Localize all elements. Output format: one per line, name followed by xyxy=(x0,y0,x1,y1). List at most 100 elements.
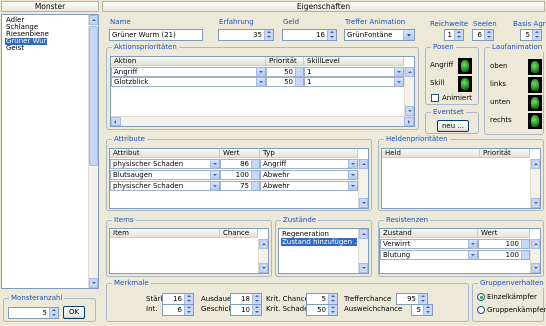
monster-list[interactable]: Adler Schlange Riesenbiene Grüner Wurm G… xyxy=(1,14,99,289)
hero-priorities-title: Heldenprioritäten xyxy=(384,135,450,144)
walk-animation-title: Laufanimation xyxy=(490,43,545,52)
animated-checkbox[interactable] xyxy=(431,94,439,102)
ok-button[interactable]: OK xyxy=(63,306,85,319)
column-header[interactable]: Item xyxy=(110,229,220,238)
scroll-thumb[interactable] xyxy=(89,26,98,166)
attribute-type-cell[interactable]: Angriff xyxy=(260,159,358,169)
action-table-hscrollbar[interactable] xyxy=(111,116,414,126)
states-title: Zustände xyxy=(281,216,319,225)
resistances-scrollbar[interactable] xyxy=(530,239,540,273)
items-table[interactable]: Item Chance xyxy=(109,228,269,274)
attribute-cell[interactable]: physischer Schaden xyxy=(110,181,220,191)
states-scrollbar[interactable] xyxy=(358,229,368,273)
column-header[interactable]: Priorität xyxy=(480,149,530,158)
attack-pose-label: Angriff xyxy=(430,61,454,69)
attributes-title: Attribute xyxy=(112,135,147,144)
action-table-scrollbar[interactable] xyxy=(404,67,414,116)
attribute-cell[interactable]: physischer Schaden xyxy=(110,159,220,169)
attribute-type-cell[interactable]: Abwehr xyxy=(260,181,358,191)
attack-pose-sprite[interactable] xyxy=(458,58,472,74)
resistance-value-cell[interactable]: 100 xyxy=(478,250,530,260)
resistance-name-cell[interactable]: Blutung xyxy=(380,250,478,260)
xp-spinner[interactable]: 35 xyxy=(218,29,274,41)
action-cell[interactable]: Glotzblick xyxy=(111,77,266,87)
column-header[interactable]: Chance xyxy=(220,229,258,238)
attribute-value-cell[interactable]: 100 xyxy=(220,170,260,180)
resistance-value-cell[interactable]: 100 xyxy=(478,239,530,249)
reach-label: Reichweite xyxy=(430,20,469,28)
attributes-scrollbar[interactable] xyxy=(358,159,368,208)
walk-up-sprite[interactable] xyxy=(528,59,542,75)
souls-spinner[interactable]: 6 xyxy=(472,29,494,41)
group-fighter-label: Gruppenkämpfer xyxy=(487,306,546,314)
resistances-table[interactable]: Zustand Wert Verwirrt 100 Blutung 100 xyxy=(379,228,541,274)
traits-title: Merkmale xyxy=(112,279,151,288)
hit-anim-select[interactable]: GrünFontäne xyxy=(344,29,415,41)
attributes-table[interactable]: Attribut Wert Typ physischer Schaden 86 … xyxy=(109,148,369,209)
walk-right-sprite[interactable] xyxy=(528,113,542,129)
dexterity-spinner[interactable]: 10 xyxy=(230,304,262,316)
column-header[interactable]: Priorität xyxy=(266,57,304,66)
column-header[interactable]: Aktion xyxy=(111,57,266,66)
state-item[interactable]: Regeneration xyxy=(281,230,361,238)
resistance-name-cell[interactable]: Verwirrt xyxy=(380,239,478,249)
skill-level-cell[interactable]: 1 xyxy=(304,77,404,87)
walk-down-label: unten xyxy=(490,98,511,106)
gold-spinner[interactable]: 16 xyxy=(282,29,337,41)
column-header[interactable]: SkillLevel xyxy=(304,57,404,66)
column-header[interactable]: Typ xyxy=(260,149,358,158)
skill-level-cell[interactable]: 1 xyxy=(304,67,404,77)
walk-left-sprite[interactable] xyxy=(528,77,542,93)
action-priorities-title: Aktionsprioritäten xyxy=(112,43,179,52)
hit-chance-label: Trefferchance xyxy=(344,295,392,303)
souls-label: Seelen xyxy=(473,20,497,28)
dodge-chance-spinner[interactable]: 5 xyxy=(411,304,433,316)
items-scrollbar[interactable] xyxy=(258,239,268,273)
name-input[interactable]: Grüner Wurm (21) xyxy=(109,29,203,41)
priority-cell[interactable]: 50 xyxy=(266,67,304,77)
walk-down-sprite[interactable] xyxy=(528,95,542,111)
reach-spinner[interactable]: 1 xyxy=(444,29,464,41)
monster-count-label: Monsteranzahl xyxy=(9,294,65,303)
basis-label: Basis Agr xyxy=(513,20,546,28)
solo-fighter-label: Einzelkämpfer xyxy=(487,293,537,301)
new-eventset-button[interactable]: neu ... xyxy=(437,120,469,132)
column-header[interactable]: Wert xyxy=(220,149,260,158)
solo-fighter-radio[interactable] xyxy=(477,293,485,301)
group-fighter-radio[interactable] xyxy=(477,306,485,314)
walk-right-label: rechts xyxy=(490,116,512,124)
group-behavior-group: Gruppenverhalten xyxy=(472,279,546,322)
scroll-up-icon[interactable] xyxy=(89,15,98,25)
column-header[interactable]: Wert xyxy=(478,229,530,238)
attribute-cell[interactable]: Blutsaugen xyxy=(110,170,220,180)
add-state-item[interactable]: Zustand hinzufügen ... xyxy=(281,238,361,246)
hit-anim-label: Treffer Animation xyxy=(345,18,406,26)
walk-left-label: links xyxy=(490,80,507,88)
properties-header: Eigenschaften xyxy=(102,1,545,12)
hero-priorities-scrollbar[interactable] xyxy=(530,159,540,208)
skill-pose-sprite[interactable] xyxy=(458,76,472,92)
scroll-down-icon[interactable] xyxy=(89,278,98,288)
xp-label: Erfahrung xyxy=(219,18,254,26)
crit-damage-spinner[interactable]: 50 xyxy=(306,304,338,316)
monster-list-scrollbar[interactable] xyxy=(88,15,98,288)
action-cell[interactable]: Angriff xyxy=(111,67,266,77)
int-spinner[interactable]: 6 xyxy=(162,304,194,316)
priority-cell[interactable]: 50 xyxy=(266,77,304,87)
gold-label: Geld xyxy=(283,18,300,26)
attribute-type-cell[interactable]: Abwehr xyxy=(260,170,358,180)
group-behavior-title: Gruppenverhalten xyxy=(478,279,546,288)
skill-pose-label: Skill xyxy=(430,79,445,87)
attribute-value-cell[interactable]: 86 xyxy=(220,159,260,169)
column-header[interactable]: Zustand xyxy=(380,229,478,238)
resistances-title: Resistenzen xyxy=(384,216,430,225)
monster-list-item[interactable]: Geist xyxy=(5,45,85,52)
hero-priorities-table[interactable]: Held Priorität xyxy=(381,148,541,209)
action-priorities-table[interactable]: Aktion Priorität SkillLevel Angriff 50 1… xyxy=(110,56,415,127)
column-header[interactable]: Attribut xyxy=(110,149,220,158)
states-list[interactable]: Regeneration Zustand hinzufügen ... xyxy=(278,228,369,274)
basis-spinner[interactable]: 5 xyxy=(520,29,542,41)
column-header[interactable]: Held xyxy=(382,149,480,158)
attribute-value-cell[interactable]: 75 xyxy=(220,181,260,191)
monster-count-spinner[interactable]: 5 xyxy=(8,307,59,319)
